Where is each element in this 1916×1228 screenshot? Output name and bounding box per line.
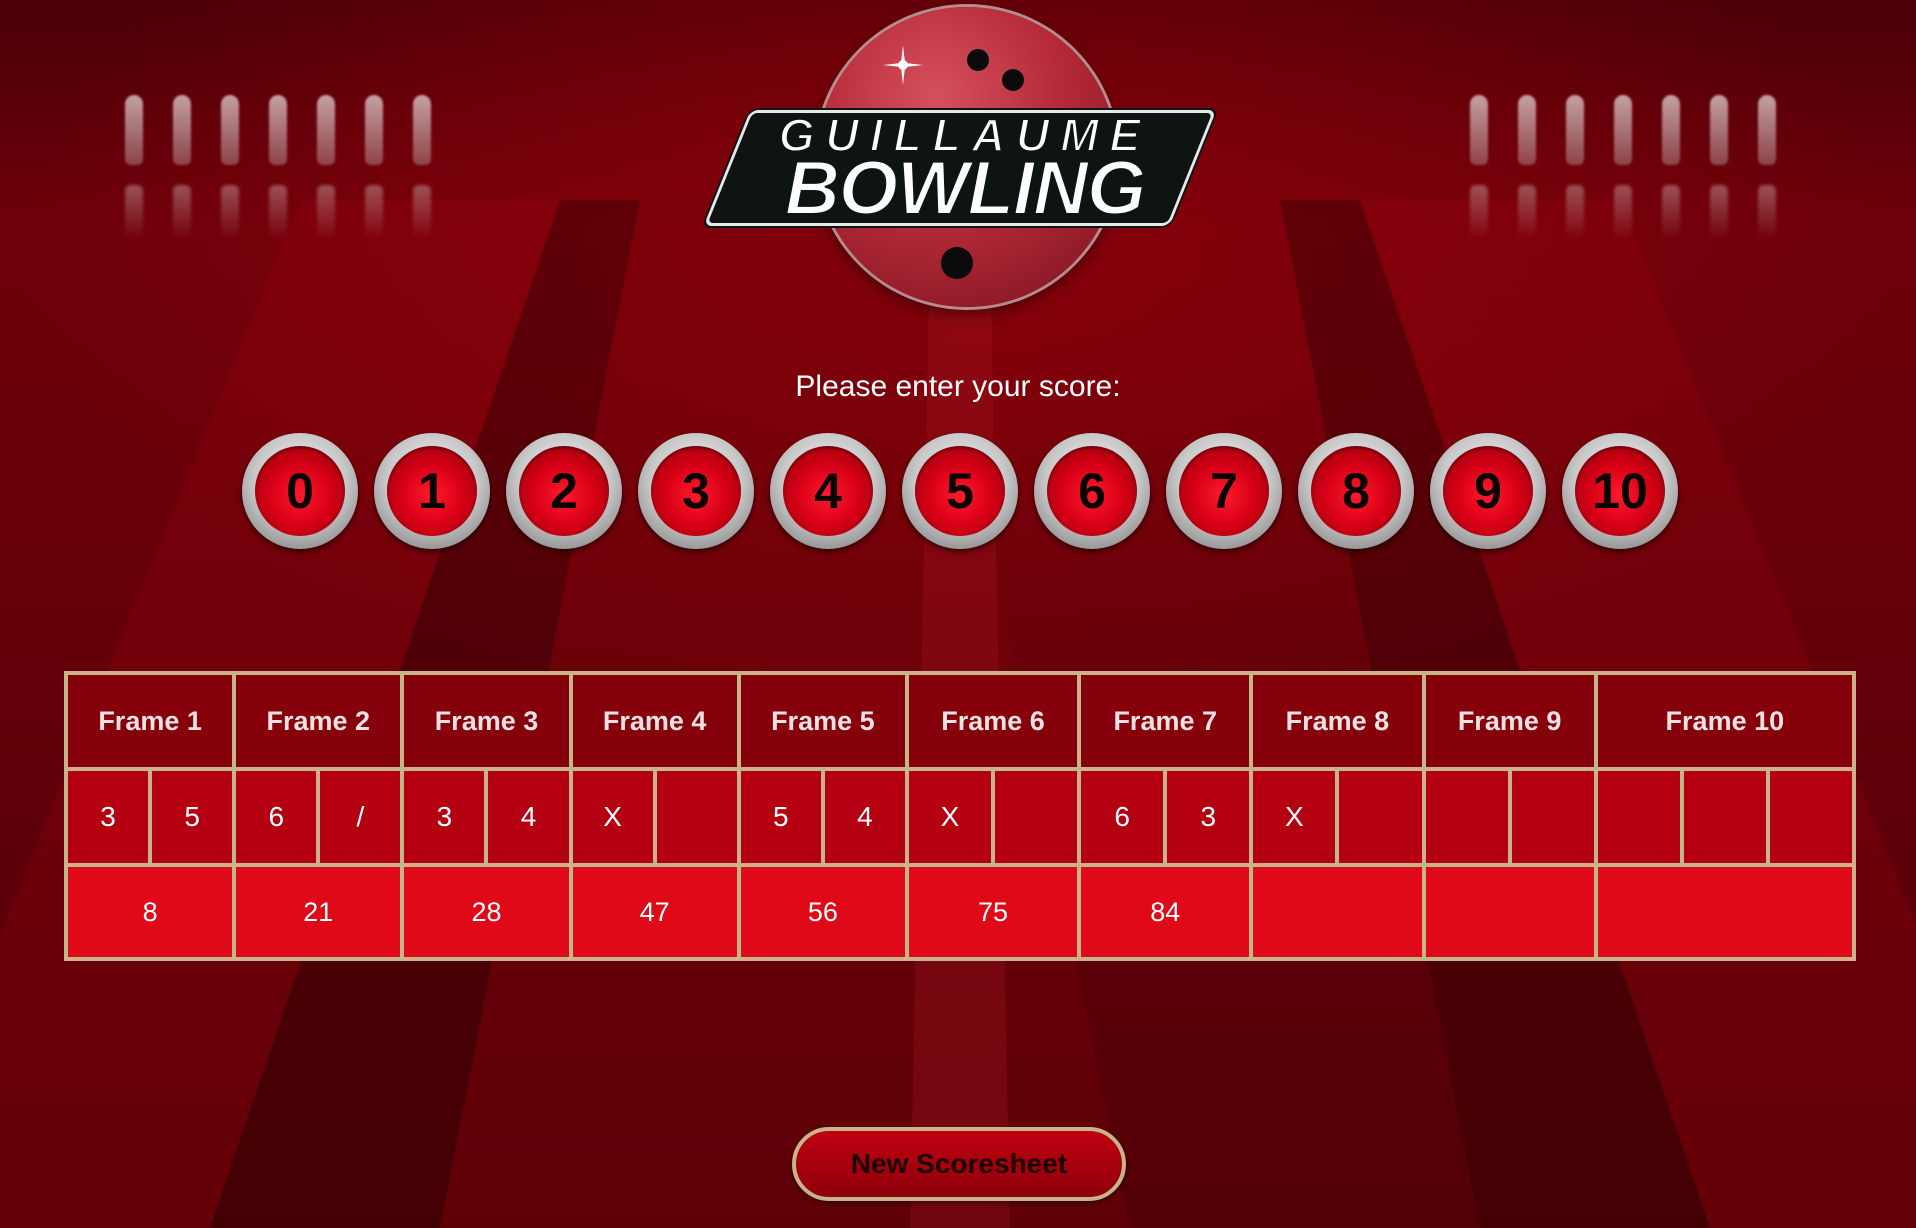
roll-cell [1765,767,1857,868]
totals-row: 8 21 28 47 56 75 84 [63,863,1857,961]
score-button-2[interactable]: 2 [506,433,622,549]
score-button-label: 1 [387,446,477,536]
roll-cell: 4 [820,767,909,868]
roll-cell: 3 [400,767,489,868]
score-button-row: 0 1 2 3 4 5 6 7 8 9 10 [242,433,1678,549]
frame-header: Frame 10 [1593,670,1857,772]
logo-text-bowling: BOWLING [784,145,1147,232]
rolls-row: 3 5 6 / 3 4 X 5 4 X 6 3 X [63,767,1857,868]
score-button-6[interactable]: 6 [1034,433,1150,549]
score-button-label: 4 [783,446,873,536]
roll-cell: X [904,767,996,868]
roll-cell [1335,767,1426,868]
score-button-label: 7 [1179,446,1269,536]
score-button-8[interactable]: 8 [1298,433,1414,549]
roll-cell [1507,767,1598,868]
roll-cell [1593,767,1684,868]
score-button-1[interactable]: 1 [374,433,490,549]
roll-cell: 3 [1163,767,1254,868]
score-button-4[interactable]: 4 [770,433,886,549]
score-button-label: 2 [519,446,609,536]
frame-total: 21 [232,863,405,961]
frame-total: 56 [736,863,909,961]
roll-cell [991,767,1082,868]
score-button-5[interactable]: 5 [902,433,1018,549]
frame-header: Frame 9 [1421,670,1598,772]
frame-header: Frame 7 [1077,670,1254,772]
score-sheet: Frame 1 Frame 2 Frame 3 Frame 4 Frame 5 … [63,670,1857,961]
frame-total [1593,863,1857,961]
frame-header: Frame 2 [232,670,405,772]
score-prompt: Please enter your score: [795,370,1121,403]
frame-total: 84 [1077,863,1254,961]
roll-cell: 6 [232,767,321,868]
score-button-label: 5 [915,446,1005,536]
roll-cell [652,767,741,868]
score-button-label: 3 [651,446,741,536]
frame-header: Frame 8 [1249,670,1426,772]
roll-cell: X [1249,767,1340,868]
roll-cell: X [568,767,657,868]
guillaume-bowling-logo: GUILLAUME BOWLING [703,5,1225,315]
roll-cell: 6 [1077,767,1168,868]
score-button-10[interactable]: 10 [1562,433,1678,549]
roll-cell [1679,767,1770,868]
score-button-label: 8 [1311,446,1401,536]
frame-total: 75 [904,863,1082,961]
frame-header: Frame 6 [904,670,1082,772]
score-button-3[interactable]: 3 [638,433,754,549]
frame-total: 47 [568,863,741,961]
roll-cell: 5 [148,767,237,868]
frame-header: Frame 4 [568,670,741,772]
score-button-label: 6 [1047,446,1137,536]
frame-header-row: Frame 1 Frame 2 Frame 3 Frame 4 Frame 5 … [63,670,1857,772]
frame-total [1421,863,1598,961]
score-button-label: 10 [1575,446,1665,536]
sparkle-icon [883,45,923,85]
frame-header: Frame 1 [63,670,237,772]
roll-cell: 4 [484,767,573,868]
score-button-7[interactable]: 7 [1166,433,1282,549]
roll-cell: 3 [63,767,153,868]
frame-total: 28 [400,863,573,961]
score-button-9[interactable]: 9 [1430,433,1546,549]
score-button-label: 9 [1443,446,1533,536]
roll-cell [1421,767,1512,868]
new-scoresheet-button[interactable]: New Scoresheet [792,1127,1126,1201]
score-button-0[interactable]: 0 [242,433,358,549]
roll-cell: / [316,767,405,868]
frame-total: 8 [63,863,237,961]
roll-cell: 5 [736,767,825,868]
frame-total [1249,863,1426,961]
score-button-label: 0 [255,446,345,536]
frame-header: Frame 5 [736,670,909,772]
frame-header: Frame 3 [400,670,573,772]
